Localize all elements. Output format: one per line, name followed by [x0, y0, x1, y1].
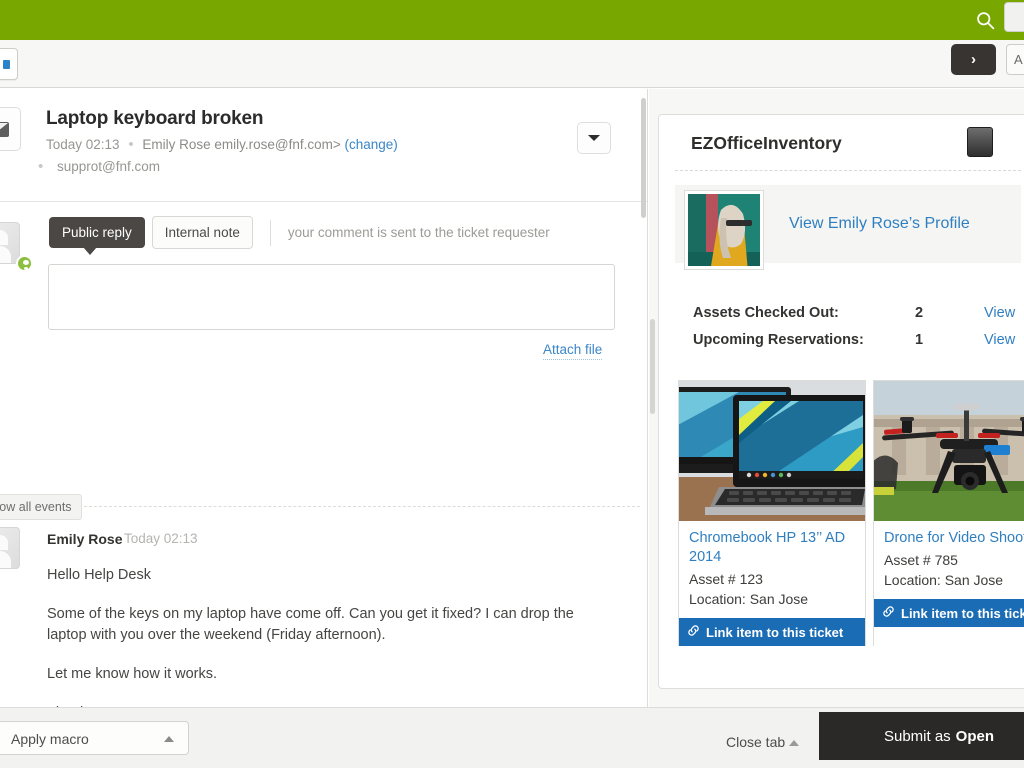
- submit-status-label: Open: [956, 728, 994, 745]
- message-paragraph: Some of the keys on my laptop have come …: [47, 604, 615, 646]
- global-topbar: [0, 0, 1024, 40]
- ticket-main-panel: Laptop keyboard broken Today 02:13 • Emi…: [0, 89, 648, 707]
- user-silhouette-icon: [0, 230, 8, 245]
- asset-location: Location: San Jose: [884, 570, 1024, 590]
- envelope-glyph: [0, 122, 9, 137]
- topbar-edge-button[interactable]: [1004, 2, 1024, 32]
- app-sidebar: EZOfficeInventory: [649, 89, 1024, 707]
- widget-header: EZOfficeInventory: [675, 115, 1021, 171]
- meta-separator-icon-2: •: [38, 158, 43, 175]
- tab-navbar: [0, 40, 1024, 88]
- divider: [74, 506, 640, 507]
- ticket-tab-partial[interactable]: [0, 48, 18, 80]
- stat-label: Assets Checked Out:: [693, 305, 839, 321]
- message-timestamp: Today 02:13: [124, 531, 198, 546]
- apply-macro-label: Apply macro: [11, 731, 89, 747]
- app-root: › A Laptop keyboard broken Today 02:13 •…: [0, 0, 1024, 768]
- tab-indicator-icon: [3, 60, 10, 69]
- show-all-events-button[interactable]: Show all events: [0, 494, 82, 520]
- ticket-header: Laptop keyboard broken Today 02:13 • Emi…: [0, 89, 647, 202]
- asset-name-link[interactable]: Drone for Video Shoot: [884, 529, 1024, 548]
- asset-card-list: Chromebook HP 13’’ AD 2014 Asset # 123 L…: [678, 380, 1024, 646]
- change-requester-link[interactable]: (change): [345, 137, 398, 152]
- asset-stats: Assets Checked Out: 2 View Upcoming Rese…: [693, 305, 1024, 359]
- agent-badge-icon: [16, 255, 33, 272]
- stat-value: 1: [915, 332, 923, 348]
- ezofficeinventory-widget: EZOfficeInventory: [658, 114, 1024, 689]
- ticket-recipient: supprot@fnf.com: [57, 159, 160, 174]
- requester-profile-block: View Emily Rose’s Profile: [675, 185, 1021, 263]
- sidebar-scrollbar[interactable]: [650, 319, 655, 414]
- stat-value: 2: [915, 305, 923, 321]
- view-profile-link[interactable]: View Emily Rose’s Profile: [789, 215, 970, 233]
- message-body: Hello Help Desk Some of the keys on my l…: [47, 565, 615, 724]
- tab-internal-note-label: Internal note: [165, 225, 240, 240]
- tab-public-reply-label: Public reply: [62, 225, 132, 240]
- link-icon: [687, 624, 700, 640]
- asset-info: Drone for Video Shoot Asset # 785 Locati…: [874, 521, 1024, 599]
- navbar-right-button-label: A: [1014, 52, 1023, 67]
- chevron-up-icon: [164, 736, 174, 742]
- submit-button[interactable]: Submit as Open: [819, 712, 1024, 760]
- events-divider: Show all events: [0, 494, 648, 518]
- apply-macro-select[interactable]: Apply macro: [0, 721, 189, 755]
- next-ticket-button[interactable]: ›: [951, 44, 996, 75]
- user-silhouette-icon: [0, 535, 8, 550]
- navbar-right-button[interactable]: A: [1006, 44, 1024, 75]
- divider: [270, 220, 271, 246]
- asset-card: Drone for Video Shoot Asset # 785 Locati…: [873, 380, 1024, 646]
- message-author: Emily Rose: [47, 531, 122, 547]
- chromebook-laptop-photo: [679, 381, 865, 521]
- main-scrollbar[interactable]: [641, 98, 646, 218]
- message-paragraph: Let me know how it works.: [47, 664, 615, 685]
- widget-title: EZOfficeInventory: [691, 133, 842, 154]
- asset-number: Asset # 785: [884, 550, 1024, 570]
- ticket-options-button[interactable]: [577, 122, 611, 154]
- link-item-button[interactable]: Link item to this ticket: [874, 599, 1024, 627]
- ticket-meta: Today 02:13 • Emily Rose emily.rose@fnf.…: [46, 136, 398, 153]
- profile-photo: [685, 191, 763, 269]
- meta-separator-icon: •: [128, 136, 133, 153]
- app-logo-icon[interactable]: [967, 127, 993, 157]
- submit-prefix-label: Submit as: [884, 728, 951, 745]
- page-title: Laptop keyboard broken: [46, 108, 263, 130]
- asset-number: Asset # 123: [689, 569, 855, 589]
- tab-public-reply[interactable]: Public reply: [49, 217, 145, 248]
- link-item-button[interactable]: Link item to this ticket: [679, 618, 865, 646]
- ticket-requester: Emily Rose emily.rose@fnf.com>: [142, 137, 340, 152]
- link-item-label: Link item to this ticket: [901, 606, 1024, 621]
- stat-row: Upcoming Reservations: 1 View: [693, 332, 1024, 359]
- stat-label: Upcoming Reservations:: [693, 332, 864, 348]
- view-assets-link[interactable]: View: [984, 305, 1015, 321]
- next-ticket-label: ›: [971, 51, 976, 68]
- stat-row: Assets Checked Out: 2 View: [693, 305, 1024, 332]
- ticket-timestamp: Today 02:13: [46, 137, 120, 152]
- ticket-recipient-row: • supprot@fnf.com: [38, 158, 160, 175]
- reply-composer: Public reply Internal note your comment …: [0, 202, 647, 225]
- reply-input[interactable]: [48, 264, 615, 330]
- link-icon: [882, 605, 895, 621]
- close-tab-button[interactable]: Close tab: [726, 734, 785, 750]
- envelope-icon: [0, 107, 21, 151]
- composer-hint: your comment is sent to the ticket reque…: [288, 225, 550, 240]
- asset-card: Chromebook HP 13’’ AD 2014 Asset # 123 L…: [678, 380, 866, 646]
- tab-internal-note[interactable]: Internal note: [152, 216, 253, 249]
- link-item-label: Link item to this ticket: [706, 625, 843, 640]
- avatar: [0, 527, 20, 569]
- drone-photo: [874, 381, 1024, 521]
- chevron-up-icon[interactable]: [789, 740, 799, 746]
- asset-info: Chromebook HP 13’’ AD 2014 Asset # 123 L…: [679, 521, 865, 618]
- attach-file-link[interactable]: Attach file: [543, 342, 602, 360]
- chevron-down-icon: [588, 135, 600, 141]
- asset-location: Location: San Jose: [689, 589, 855, 609]
- message-paragraph: Hello Help Desk: [47, 565, 615, 586]
- asset-name-link[interactable]: Chromebook HP 13’’ AD 2014: [689, 529, 855, 567]
- composer-tabs: Public reply Internal note your comment …: [49, 216, 550, 249]
- search-icon[interactable]: [972, 7, 998, 33]
- view-reservations-link[interactable]: View: [984, 332, 1015, 348]
